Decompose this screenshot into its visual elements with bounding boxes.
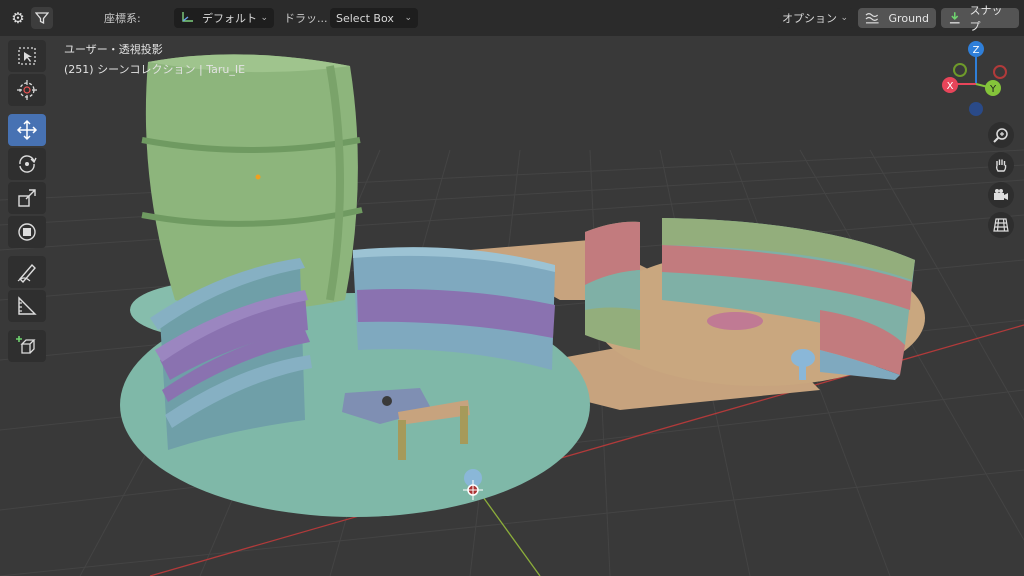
transform-icon — [18, 223, 36, 241]
chevron-down-icon: ⌄ — [840, 13, 848, 23]
viewport-info: ユーザー・透視投影 (251) シーンコレクション | Taru_IE — [64, 40, 245, 80]
chevron-down-icon: ⌄ — [260, 13, 268, 23]
select-box-dropdown[interactable]: Select Box ⌄ — [330, 8, 418, 28]
viewport-canvas[interactable] — [0, 36, 1024, 576]
scale-icon — [18, 189, 36, 207]
snap-label: スナップ — [969, 4, 1003, 33]
annotate-icon — [17, 263, 36, 283]
ortho-toggle-button[interactable] — [988, 212, 1014, 238]
options-dropdown[interactable]: オプション ⌄ — [776, 8, 854, 28]
filter-funnel-icon[interactable] — [31, 7, 53, 29]
hand-pan-icon — [995, 159, 1007, 172]
select-box-icon — [18, 47, 36, 65]
snap-button[interactable]: スナップ — [941, 4, 1019, 33]
gizmo-x-label: X — [947, 81, 954, 92]
tool-annotate[interactable] — [8, 256, 46, 288]
add-cube-icon — [16, 336, 36, 354]
tool-rotate[interactable] — [8, 148, 46, 180]
camera-view-button[interactable] — [988, 182, 1014, 208]
navigation-gizmo[interactable]: Z X Y — [940, 40, 1010, 120]
tool-move[interactable] — [8, 114, 46, 146]
drag-label: ドラッ... — [284, 12, 328, 25]
move-icon — [16, 119, 38, 141]
chevron-down-icon: ⌄ — [404, 13, 412, 23]
camera-icon — [994, 189, 1008, 200]
zoom-magnifier-icon — [993, 128, 1008, 143]
cursor-icon — [17, 80, 37, 100]
snap-magnet-icon — [949, 12, 960, 24]
gizmo-z-label: Z — [973, 45, 980, 56]
snap-target-ground-button[interactable]: Ground — [858, 8, 936, 28]
coord-system-value: デフォルト — [202, 12, 257, 25]
view-mode-text: ユーザー・透視投影 — [64, 43, 163, 56]
pan-view-button[interactable] — [988, 152, 1014, 178]
collection-info-text: (251) シーンコレクション | Taru_IE — [64, 63, 246, 76]
measure-icon — [18, 296, 37, 315]
zoom-view-button[interactable] — [988, 122, 1014, 148]
select-box-value: Select Box — [336, 11, 394, 25]
coord-system-dropdown[interactable]: デフォルト ⌄ — [174, 8, 274, 28]
ground-label: Ground — [888, 11, 929, 25]
axis-orientation-icon — [182, 12, 193, 22]
tool-scale[interactable] — [8, 182, 46, 214]
tool-select-box[interactable] — [8, 40, 46, 72]
settings-gear-icon[interactable]: ⚙ — [7, 7, 29, 29]
options-label: オプション — [782, 12, 837, 25]
grid-ortho-icon — [993, 218, 1009, 232]
ground-waves-icon — [865, 13, 879, 24]
gate-post-right — [460, 406, 468, 444]
pink-table — [707, 312, 763, 330]
gizmo-neg-z[interactable] — [969, 102, 983, 116]
gizmo-neg-y[interactable] — [953, 63, 967, 77]
tool-measure[interactable] — [8, 290, 46, 322]
gizmo-y-label: Y — [989, 84, 997, 95]
gate-post-left — [398, 420, 406, 460]
y-axis-line — [477, 489, 541, 576]
rotate-icon — [19, 155, 37, 173]
viewport-header: ⚙ 座標系: デフォルト ⌄ ドラッ... Select Box ⌄ オプション… — [0, 0, 1024, 36]
tool-transform[interactable] — [8, 216, 46, 248]
tool-cursor[interactable] — [8, 74, 46, 106]
gizmo-neg-x[interactable] — [993, 65, 1007, 79]
coord-system-label: 座標系: — [104, 12, 141, 25]
tool-add-cube[interactable] — [8, 330, 46, 362]
small-figure — [382, 396, 392, 406]
mushroom-stem — [799, 362, 806, 380]
